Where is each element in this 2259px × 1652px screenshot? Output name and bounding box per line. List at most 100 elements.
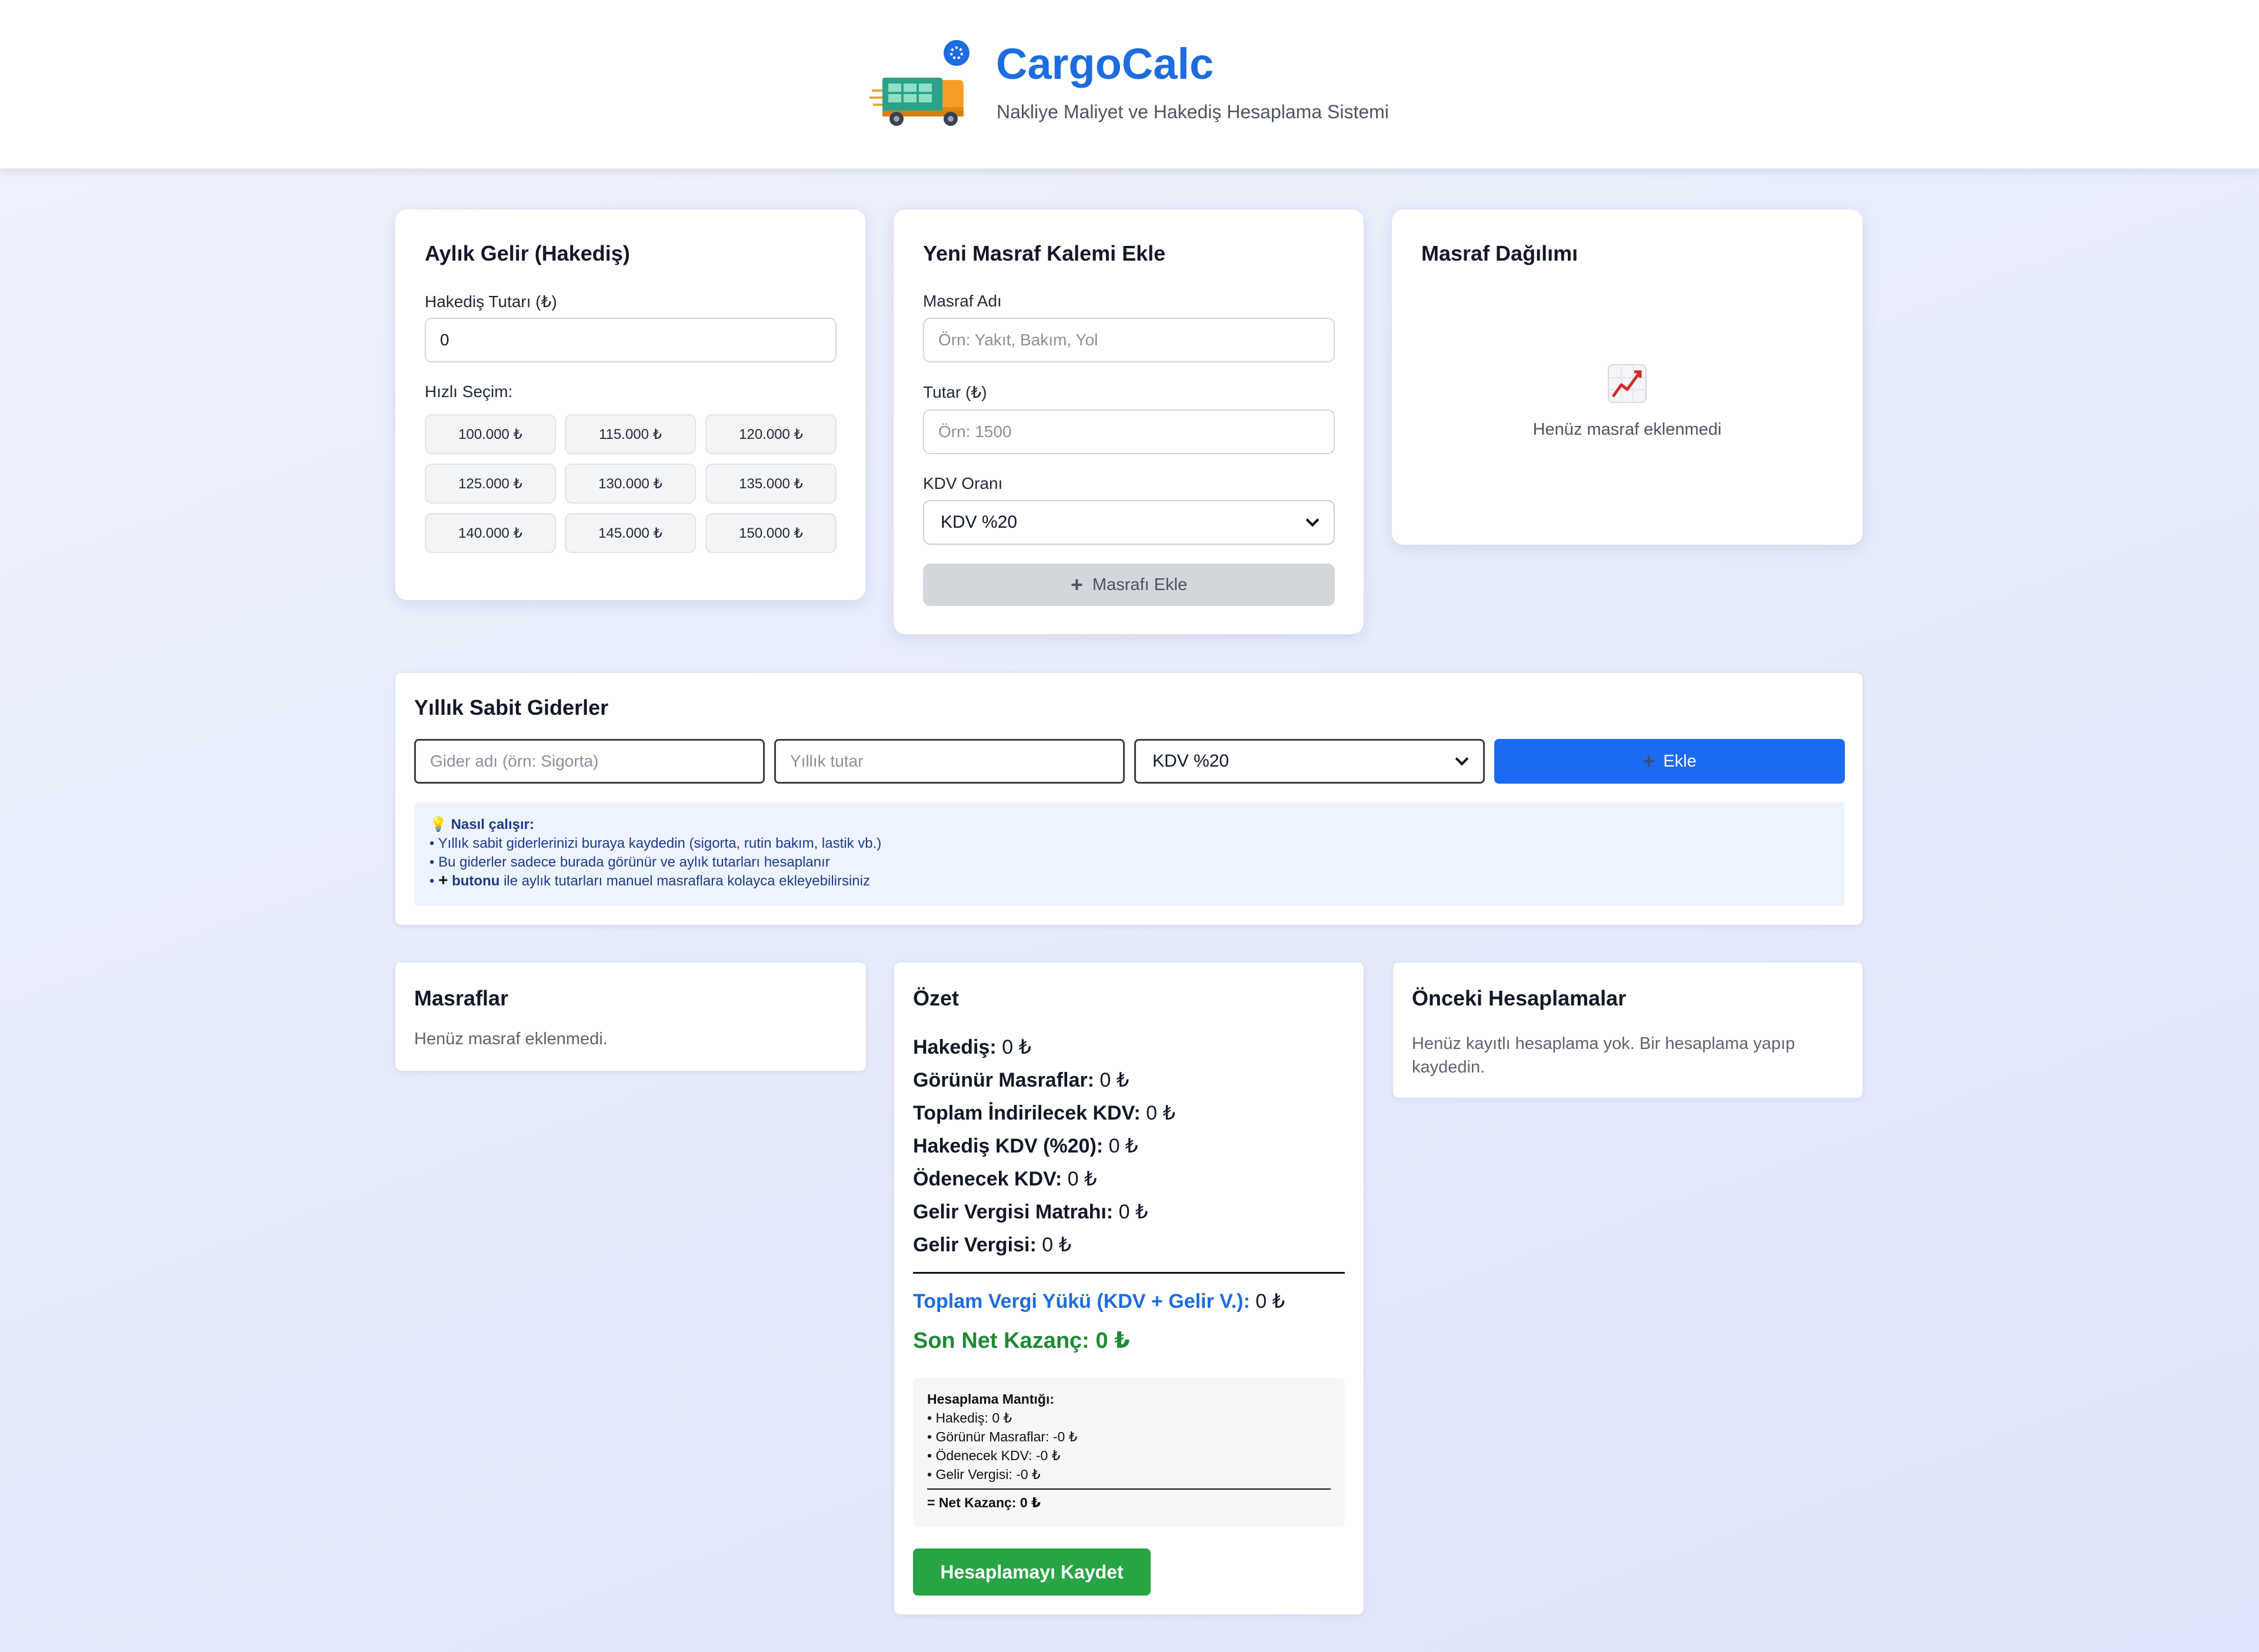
- previous-calculations-card: Önceki Hesaplamalar Henüz kayıtlı hesapl…: [1393, 962, 1862, 1098]
- net-earnings-row: Son Net Kazanç: 0 ₺: [913, 1327, 1130, 1354]
- fixed-expense-name-input[interactable]: [414, 739, 765, 784]
- quick-option-button[interactable]: 145.000 ₺: [565, 513, 696, 553]
- info-line: • + butonu ile aylık tutarları manuel ma…: [429, 871, 870, 890]
- history-title: Önceki Hesaplamalar: [1412, 986, 1627, 1010]
- info-title-row: 💡 Nasıl çalışır:: [429, 815, 1830, 834]
- quick-option-button[interactable]: 125.000 ₺: [425, 464, 556, 504]
- quick-option-button[interactable]: 115.000 ₺: [565, 414, 696, 454]
- quick-option-button[interactable]: 135.000 ₺: [705, 464, 837, 504]
- chart-increasing-icon: [1607, 364, 1647, 404]
- quick-option-button[interactable]: 140.000 ₺: [425, 513, 556, 553]
- save-calculation-button[interactable]: Hesaplamayı Kaydet: [913, 1548, 1151, 1596]
- app-subtitle: Nakliye Maliyet ve Hakediş Hesaplama Sis…: [997, 101, 1389, 122]
- history-empty-text: Henüz kayıtlı hesaplama yok. Bir hesapla…: [1412, 1034, 1795, 1077]
- distribution-title: Masraf Dağılımı: [1421, 241, 1578, 265]
- quick-select-label: Hızlı Seçim:: [425, 382, 513, 401]
- quick-option-button[interactable]: 130.000 ₺: [565, 464, 696, 504]
- summary-title: Özet: [913, 986, 959, 1010]
- how-it-works-box: 💡 Nasıl çalışır: • Yıllık sabit giderler…: [414, 802, 1845, 906]
- summary-value: 0 ₺: [1146, 1102, 1176, 1124]
- chevron-down-icon: [1455, 752, 1469, 766]
- fixed-expense-vat-select[interactable]: KDV %20: [1134, 739, 1485, 784]
- app-title: CargoCalc: [996, 39, 1214, 88]
- logic-line: • Ödenecek KDV: -0 ₺: [927, 1448, 1061, 1463]
- summary-row: Toplam İndirilecek KDV: 0 ₺: [913, 1101, 1175, 1125]
- summary-row: Gelir Vergisi: 0 ₺: [913, 1233, 1071, 1257]
- summary-label: Ödenecek KDV:: [913, 1168, 1062, 1190]
- summary-value: 0 ₺: [1099, 1069, 1130, 1091]
- app-header: CargoCalc Nakliye Maliyet ve Hakediş Hes…: [0, 0, 2259, 169]
- net-earnings-label: Son Net Kazanç:: [913, 1328, 1089, 1353]
- info-title: Nasıl çalışır:: [451, 817, 534, 832]
- logic-line: • Görünür Masraflar: -0 ₺: [927, 1429, 1078, 1444]
- expenses-title: Masraflar: [414, 986, 509, 1010]
- summary-label: Görünür Masraflar:: [913, 1069, 1094, 1091]
- quick-option-button[interactable]: 100.000 ₺: [425, 414, 556, 454]
- summary-value: 0 ₺: [1067, 1168, 1097, 1190]
- expense-amount-label: Tutar (₺): [923, 383, 987, 401]
- tax-total-value: 0 ₺: [1255, 1290, 1285, 1313]
- distribution-empty-text: Henüz masraf eklenmedi: [1532, 420, 1722, 439]
- fixed-expenses-title: Yıllık Sabit Giderler: [414, 695, 609, 720]
- lightbulb-icon: 💡: [429, 817, 447, 832]
- add-expense-button[interactable]: + Masrafı Ekle: [923, 564, 1335, 606]
- fixed-expenses-card: Yıllık Sabit Giderler KDV %20 + Ekle 💡 N…: [395, 673, 1862, 925]
- logic-result: = Net Kazanç: 0 ₺: [927, 1495, 1041, 1510]
- new-expense-card: Yeni Masraf Kalemi Ekle Masraf Adı Tutar…: [894, 209, 1364, 634]
- logic-title: Hesaplama Mantığı:: [927, 1391, 1054, 1407]
- monthly-income-card: Aylık Gelir (Hakediş) Hakediş Tutarı (₺)…: [395, 209, 865, 600]
- summary-row: Hakediş KDV (%20): 0 ₺: [913, 1134, 1138, 1158]
- chevron-down-icon: [1305, 513, 1320, 527]
- summary-card: Özet Hakediş: 0 ₺ Görünür Masraflar: 0 ₺…: [894, 962, 1364, 1614]
- summary-label: Toplam İndirilecek KDV:: [913, 1102, 1141, 1124]
- summary-row: Hakediş: 0 ₺: [913, 1035, 1031, 1059]
- expense-amount-input[interactable]: [923, 409, 1335, 454]
- vat-rate-selected: KDV %20: [941, 512, 1018, 532]
- plus-icon: +: [438, 871, 448, 889]
- expense-name-input[interactable]: [923, 318, 1335, 362]
- fixed-vat-selected: KDV %20: [1152, 751, 1230, 771]
- amount-input[interactable]: [425, 318, 837, 362]
- summary-row: Ödenecek KDV: 0 ₺: [913, 1167, 1097, 1191]
- vat-rate-select[interactable]: KDV %20: [923, 500, 1335, 545]
- summary-value: 0 ₺: [1108, 1135, 1138, 1157]
- expense-distribution-card: Masraf Dağılımı Henüz masraf eklenmedi: [1392, 209, 1862, 545]
- logic-line: • Hakediş: 0 ₺: [927, 1410, 1012, 1425]
- tax-total-row: Toplam Vergi Yükü (KDV + Gelir V.): 0 ₺: [913, 1290, 1285, 1313]
- summary-row: Gelir Vergisi Matrahı: 0 ₺: [913, 1200, 1148, 1224]
- expense-form-title: Yeni Masraf Kalemi Ekle: [923, 241, 1166, 265]
- expenses-card: Masraflar Henüz masraf eklenmedi.: [395, 962, 866, 1071]
- income-card-title: Aylık Gelir (Hakediş): [425, 241, 630, 265]
- quick-option-button[interactable]: 150.000 ₺: [705, 513, 837, 553]
- delivery-truck-icon: [869, 36, 975, 131]
- expense-name-label: Masraf Adı: [923, 292, 1002, 310]
- tax-total-label: Toplam Vergi Yükü (KDV + Gelir V.):: [913, 1290, 1250, 1313]
- add-fixed-expense-button[interactable]: + Ekle: [1494, 739, 1845, 784]
- add-fixed-expense-label: Ekle: [1663, 751, 1697, 771]
- calculation-logic-box: Hesaplama Mantığı: • Hakediş: 0 ₺ • Görü…: [913, 1378, 1345, 1527]
- summary-divider: [913, 1272, 1345, 1274]
- info-line-rest: ile aylık tutarları manuel masraflara ko…: [504, 873, 870, 889]
- plus-icon: +: [1070, 572, 1083, 597]
- info-line: • Bu giderler sadece burada görünür ve a…: [429, 854, 830, 870]
- summary-label: Hakediş KDV (%20):: [913, 1135, 1104, 1157]
- summary-label: Hakediş:: [913, 1036, 997, 1058]
- summary-value: 0 ₺: [1042, 1234, 1072, 1256]
- summary-label: Gelir Vergisi Matrahı:: [913, 1201, 1114, 1223]
- expenses-empty-text: Henüz masraf eklenmedi.: [414, 1030, 608, 1048]
- summary-value: 0 ₺: [1002, 1036, 1032, 1058]
- info-line-bold: butonu: [452, 873, 500, 889]
- fixed-expense-amount-input[interactable]: [774, 739, 1125, 784]
- summary-row: Görünür Masraflar: 0 ₺: [913, 1068, 1129, 1092]
- vat-rate-label: KDV Oranı: [923, 474, 1003, 492]
- amount-label: Hakediş Tutarı (₺): [425, 292, 557, 311]
- net-earnings-value: 0 ₺: [1095, 1328, 1130, 1353]
- plus-icon: +: [1642, 749, 1655, 773]
- add-expense-label: Masrafı Ekle: [1092, 575, 1188, 594]
- info-line: • Yıllık sabit giderlerinizi buraya kayd…: [429, 835, 882, 851]
- summary-label: Gelir Vergisi:: [913, 1234, 1037, 1256]
- logic-divider: [927, 1488, 1331, 1490]
- quick-option-button[interactable]: 120.000 ₺: [705, 414, 837, 454]
- summary-value: 0 ₺: [1118, 1201, 1148, 1223]
- logic-line: • Gelir Vergisi: -0 ₺: [927, 1467, 1041, 1482]
